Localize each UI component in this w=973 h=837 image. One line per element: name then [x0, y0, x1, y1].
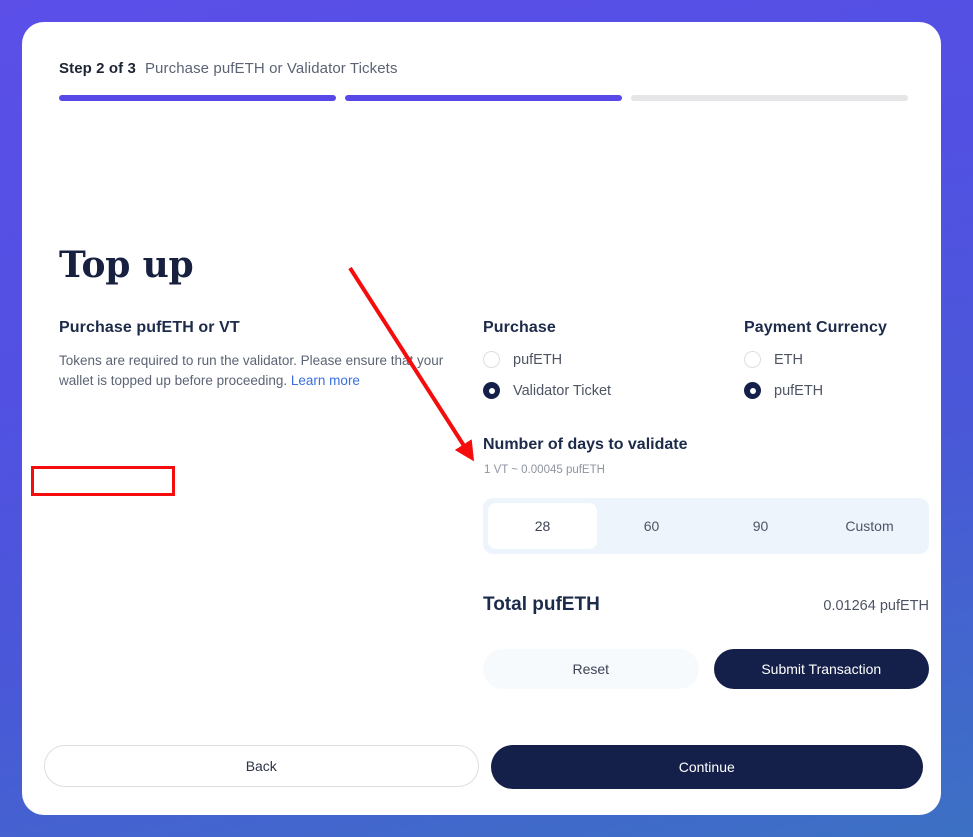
- info-column: Purchase pufETH or VT Tokens are require…: [59, 319, 449, 392]
- radio-circle-icon: [483, 351, 500, 368]
- payment-currency-column: Payment Currency ETH pufETH: [744, 319, 941, 413]
- learn-more-link[interactable]: Learn more: [291, 373, 360, 388]
- progress-bar: [59, 95, 908, 101]
- day-tab-60[interactable]: 60: [597, 503, 706, 549]
- radio-purchase-validator-ticket-label: Validator Ticket: [513, 382, 612, 399]
- radio-circle-selected-icon: [483, 382, 500, 399]
- progress-segment-3: [631, 95, 908, 101]
- rate-note-wrapper: 1 VT ~ 0.00045 pufETH: [483, 462, 606, 478]
- radio-purchase-pufeth-label: pufETH: [513, 351, 563, 368]
- day-tab-custom[interactable]: Custom: [815, 503, 924, 549]
- progress-segment-2: [345, 95, 622, 101]
- days-tab-group: 28 60 90 Custom: [483, 498, 929, 554]
- step-header: Step 2 of 3 Purchase pufETH or Validator…: [59, 60, 398, 77]
- step-counter: Step 2 of 3: [59, 60, 136, 77]
- step-title: Purchase pufETH or Validator Tickets: [144, 60, 398, 77]
- page-title: Top up: [59, 244, 194, 286]
- radio-currency-pufeth[interactable]: pufETH: [744, 382, 941, 399]
- total-value: 0.01264 pufETH: [823, 598, 929, 614]
- radio-circle-icon: [744, 351, 761, 368]
- radio-currency-eth[interactable]: ETH: [744, 351, 941, 368]
- info-description-text: Tokens are required to run the validator…: [59, 353, 444, 389]
- continue-button[interactable]: Continue: [490, 745, 923, 789]
- radio-purchase-validator-ticket[interactable]: Validator Ticket: [483, 382, 733, 399]
- purchase-column: Purchase pufETH Validator Ticket: [483, 319, 733, 413]
- radio-currency-pufeth-label: pufETH: [774, 382, 824, 399]
- payment-currency-heading: Payment Currency: [744, 319, 887, 336]
- days-heading: Number of days to validate: [483, 436, 688, 453]
- wizard-card: Step 2 of 3 Purchase pufETH or Validator…: [22, 22, 941, 815]
- total-row: Total pufETH 0.01264 pufETH: [483, 594, 929, 616]
- reset-button[interactable]: Reset: [483, 649, 699, 689]
- day-tab-28[interactable]: 28: [488, 503, 597, 549]
- info-description: Tokens are required to run the validator…: [59, 351, 449, 392]
- radio-circle-selected-icon: [744, 382, 761, 399]
- wizard-footer: Back Continue: [44, 745, 923, 789]
- conversion-rate-note: 1 VT ~ 0.00045 pufETH: [484, 464, 605, 476]
- progress-segment-1: [59, 95, 336, 101]
- radio-currency-eth-label: ETH: [774, 351, 803, 368]
- transaction-actions: Reset Submit Transaction: [483, 649, 929, 689]
- day-tab-90[interactable]: 90: [706, 503, 815, 549]
- days-section: Number of days to validate 1 VT ~ 0.0004…: [483, 436, 941, 478]
- purchase-heading: Purchase: [483, 319, 556, 336]
- radio-purchase-pufeth[interactable]: pufETH: [483, 351, 733, 368]
- info-heading: Purchase pufETH or VT: [59, 319, 240, 336]
- annotation-highlight-box: [31, 466, 175, 496]
- back-button[interactable]: Back: [44, 745, 479, 787]
- total-label: Total pufETH: [483, 594, 600, 615]
- submit-transaction-button[interactable]: Submit Transaction: [713, 649, 929, 689]
